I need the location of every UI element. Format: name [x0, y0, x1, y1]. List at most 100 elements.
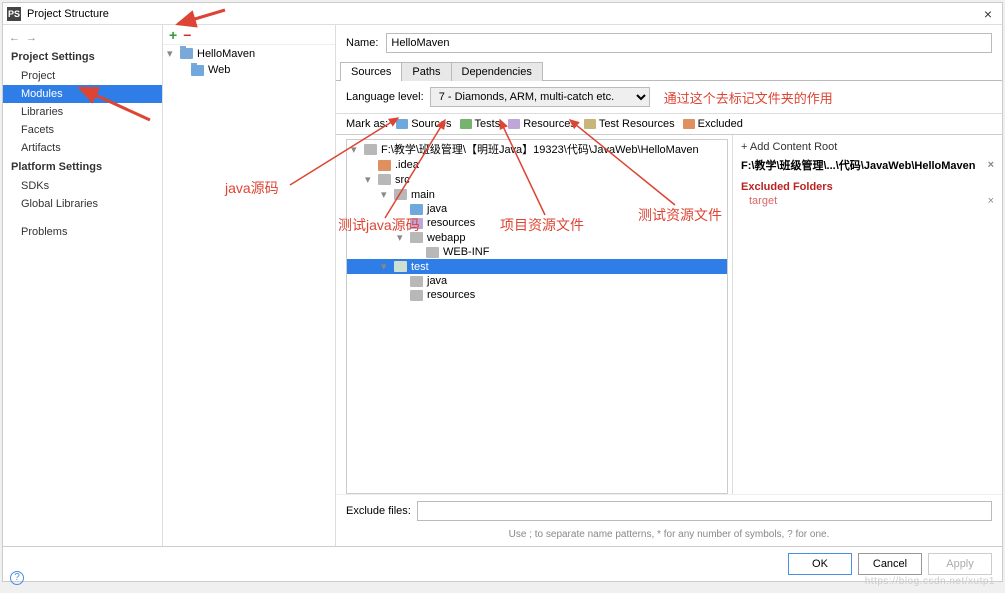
mark-as-row: Mark as: Sources Tests Resources Test Re…	[336, 114, 1002, 135]
exclude-files-hint: Use ; to separate name patterns, * for a…	[336, 527, 1002, 546]
back-icon[interactable]: ←	[9, 32, 20, 44]
name-label: Name:	[346, 37, 378, 49]
titlebar: PS Project Structure ×	[3, 3, 1002, 25]
folder-row[interactable]: .idea	[347, 158, 727, 172]
folder-label: F:\教学\班级管理\【明班Java】19323\代码\JavaWeb\Hell…	[381, 141, 699, 157]
folder-row[interactable]: ▾ main	[347, 187, 727, 202]
folder-icon	[378, 160, 391, 171]
chevron-icon[interactable]: ▾	[381, 260, 390, 273]
sidebar-item-modules[interactable]: Modules	[3, 85, 162, 103]
module-icon	[180, 48, 193, 59]
chevron-icon[interactable]: ▾	[381, 188, 390, 201]
module-node-web[interactable]: Web	[163, 62, 335, 78]
folder-icon	[410, 290, 423, 301]
folder-row[interactable]: ▾ F:\教学\班级管理\【明班Java】19323\代码\JavaWeb\Hel…	[347, 140, 727, 158]
excluded-swatch-icon	[683, 119, 695, 129]
tab-dependencies[interactable]: Dependencies	[451, 62, 543, 81]
tab-paths[interactable]: Paths	[401, 62, 451, 81]
folder-row[interactable]: ▾ test	[347, 259, 727, 274]
sidebar-item-facets[interactable]: Facets	[3, 121, 162, 139]
folder-row[interactable]: java	[347, 274, 727, 288]
folder-row[interactable]: ▾ src	[347, 172, 727, 187]
dialog-footer: OK Cancel Apply	[3, 546, 1002, 581]
app-icon: PS	[7, 7, 21, 21]
remove-excluded-icon[interactable]: ×	[988, 195, 994, 207]
help-icon[interactable]: ?	[10, 571, 24, 585]
add-module-icon[interactable]: +	[169, 27, 177, 43]
web-icon	[191, 65, 204, 76]
folder-row[interactable]: resources	[347, 288, 727, 302]
mark-excluded-button[interactable]: Excluded	[683, 118, 743, 130]
module-tabs: Sources Paths Dependencies	[336, 61, 1002, 81]
folder-icon	[394, 261, 407, 272]
project-structure-window: PS Project Structure × ← → Project Setti…	[2, 2, 1003, 582]
folder-icon	[364, 144, 377, 155]
excluded-item[interactable]: target ×	[741, 193, 994, 209]
folder-label: webapp	[427, 232, 466, 244]
folder-label: resources	[427, 217, 475, 229]
sidebar-item-problems[interactable]: Problems	[3, 223, 162, 241]
folder-icon	[378, 174, 391, 185]
annotation-lang: 通过这个去标记文件夹的作用	[664, 88, 833, 107]
module-node-root[interactable]: ▾ HelloMaven	[163, 45, 335, 62]
test-resources-swatch-icon	[584, 119, 596, 129]
mark-test-resources-button[interactable]: Test Resources	[584, 118, 675, 130]
annotation-resources-label: 项目资源文件	[500, 215, 584, 235]
chevron-icon[interactable]: ▾	[351, 143, 360, 156]
folder-label: java	[427, 203, 447, 215]
sidebar-header-project-settings: Project Settings	[3, 47, 162, 67]
sidebar-item-artifacts[interactable]: Artifacts	[3, 139, 162, 157]
folder-icon	[410, 276, 423, 287]
apply-button[interactable]: Apply	[928, 553, 992, 575]
sidebar-item-global-libraries[interactable]: Global Libraries	[3, 195, 162, 213]
content-root-panel: + Add Content Root F:\教学\班级管理\...\代码\Jav…	[732, 135, 1002, 494]
remove-root-icon[interactable]: ×	[988, 159, 994, 171]
cancel-button[interactable]: Cancel	[858, 553, 922, 575]
module-name-input[interactable]	[386, 33, 992, 53]
sidebar-item-project[interactable]: Project	[3, 67, 162, 85]
folder-icon	[410, 204, 423, 215]
module-toolbar: + −	[163, 25, 335, 45]
folder-label: WEB-INF	[443, 246, 489, 258]
mark-sources-button[interactable]: Sources	[396, 118, 451, 130]
annotation-test-resources-label: 测试资源文件	[638, 205, 722, 225]
annotation-sources-label: java源码	[225, 178, 279, 198]
close-icon[interactable]: ×	[978, 6, 998, 22]
watermark: https://blog.csdn.net/xutp1	[865, 576, 995, 587]
exclude-files-label: Exclude files:	[346, 505, 411, 517]
mark-resources-button[interactable]: Resources	[508, 118, 576, 130]
annotation-tests-label: 测试java源码	[338, 215, 420, 235]
language-level-select[interactable]: 7 - Diamonds, ARM, multi-catch etc.	[430, 87, 650, 107]
excluded-folders-header: Excluded Folders	[741, 177, 994, 193]
resources-swatch-icon	[508, 119, 520, 129]
sidebar-item-libraries[interactable]: Libraries	[3, 103, 162, 121]
tests-swatch-icon	[460, 119, 472, 129]
folder-icon	[426, 247, 439, 258]
module-label: Web	[208, 64, 230, 76]
remove-module-icon[interactable]: −	[183, 27, 191, 43]
module-label: HelloMaven	[197, 48, 255, 60]
folder-tree[interactable]: ▾ F:\教学\班级管理\【明班Java】19323\代码\JavaWeb\Hel…	[346, 139, 728, 494]
content-root-path[interactable]: F:\教学\班级管理\...\代码\JavaWeb\HelloMaven ×	[741, 153, 994, 177]
window-title: Project Structure	[27, 8, 978, 20]
folder-label: .idea	[395, 159, 419, 171]
folder-icon	[394, 189, 407, 200]
folder-label: src	[395, 174, 410, 186]
chevron-icon[interactable]: ▾	[365, 173, 374, 186]
mark-tests-button[interactable]: Tests	[460, 118, 501, 130]
tab-sources[interactable]: Sources	[340, 62, 402, 81]
mark-as-label: Mark as:	[346, 118, 388, 130]
module-detail-panel: Name: Sources Paths Dependencies Languag…	[336, 25, 1002, 546]
folder-label: java	[427, 275, 447, 287]
folder-label: resources	[427, 289, 475, 301]
folder-label: main	[411, 189, 435, 201]
chevron-down-icon[interactable]: ▾	[167, 47, 176, 60]
sidebar-item-sdks[interactable]: SDKs	[3, 177, 162, 195]
folder-row[interactable]: WEB-INF	[347, 245, 727, 259]
language-level-label: Language level:	[346, 91, 424, 103]
forward-icon[interactable]: →	[26, 32, 37, 44]
ok-button[interactable]: OK	[788, 553, 852, 575]
add-content-root-button[interactable]: + Add Content Root	[741, 141, 994, 153]
exclude-files-input[interactable]	[417, 501, 992, 521]
folder-label: test	[411, 261, 429, 273]
